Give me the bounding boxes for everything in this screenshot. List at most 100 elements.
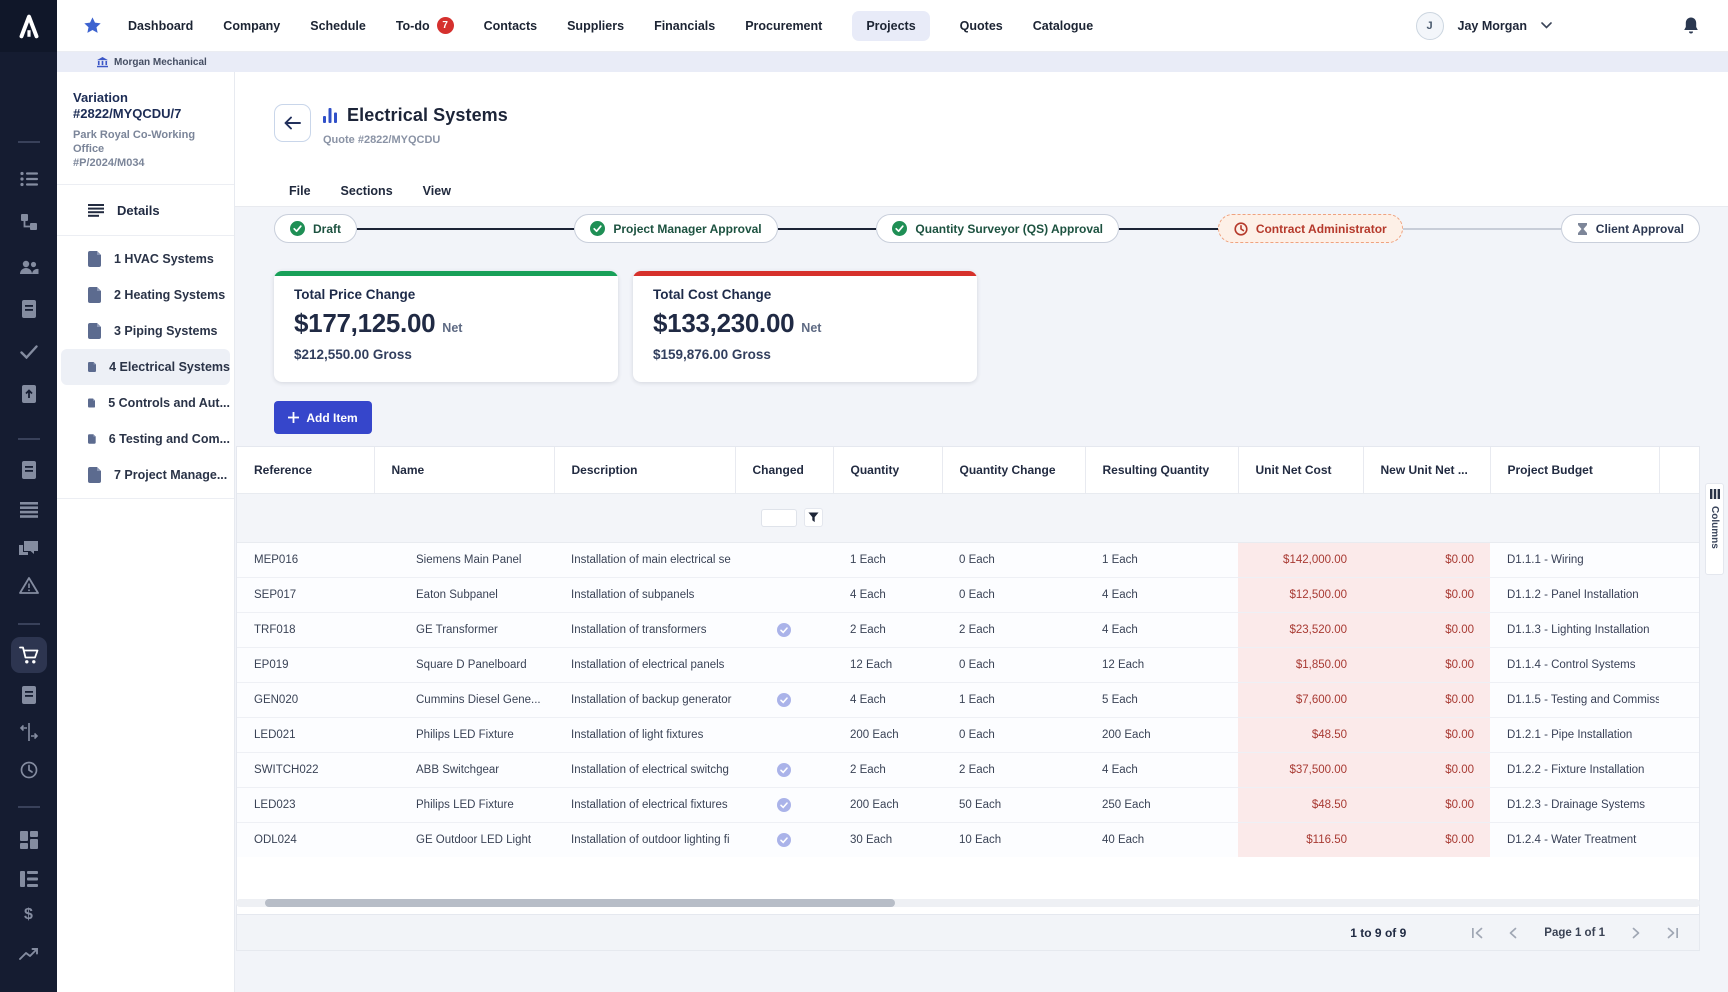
nav-catalogue[interactable]: Catalogue xyxy=(1033,19,1093,33)
col-changed[interactable]: Changed xyxy=(735,447,833,493)
sidebar-section-5[interactable]: 5 Controls and Aut... xyxy=(61,385,230,421)
file-upload-icon[interactable] xyxy=(18,383,40,405)
table-row[interactable]: MEP016 Siemens Main Panel Installation o… xyxy=(237,542,1700,577)
card-title: Total Price Change xyxy=(294,287,598,302)
col-resulting-quantity[interactable]: Resulting Quantity xyxy=(1085,447,1238,493)
dollar-icon[interactable]: $ xyxy=(18,904,40,926)
add-item-button[interactable]: Add Item xyxy=(274,401,372,434)
previous-page-button[interactable] xyxy=(1502,922,1524,944)
col-reference[interactable]: Reference xyxy=(237,447,374,493)
first-page-button[interactable] xyxy=(1466,922,1488,944)
last-page-button[interactable] xyxy=(1661,922,1683,944)
project-name: Park Royal Co-Working Office xyxy=(73,128,218,156)
step-pm-approval[interactable]: Project Manager Approval xyxy=(574,214,777,243)
nav-quotes[interactable]: Quotes xyxy=(960,19,1003,33)
col-new-unit-net[interactable]: New Unit Net ... xyxy=(1363,447,1490,493)
sidebar-section-1[interactable]: 1 HVAC Systems xyxy=(61,241,230,277)
gross-amount: $159,876.00 Gross xyxy=(653,347,957,362)
step-qs-approval[interactable]: Quantity Surveyor (QS) Approval xyxy=(876,214,1119,243)
dashboard-grid-icon[interactable] xyxy=(18,829,40,851)
sidebar-section-6[interactable]: 6 Testing and Com... xyxy=(61,421,230,457)
filter-funnel-button[interactable] xyxy=(804,508,823,527)
sidebar-section-4-active[interactable]: 4 Electrical Systems xyxy=(61,349,230,385)
hierarchy-icon[interactable] xyxy=(18,211,40,233)
nav-company[interactable]: Company xyxy=(223,19,280,33)
user-avatar[interactable]: J xyxy=(1416,12,1444,40)
col-project-budget[interactable]: Project Budget xyxy=(1490,447,1659,493)
nav-schedule[interactable]: Schedule xyxy=(310,19,366,33)
row-range-text: 1 to 9 of 9 xyxy=(1350,926,1406,940)
warning-icon[interactable] xyxy=(18,574,40,596)
notifications-bell-icon[interactable] xyxy=(1682,16,1700,36)
gross-amount: $212,550.00 Gross xyxy=(294,347,598,362)
list-icon[interactable] xyxy=(18,168,40,190)
chat-icon[interactable] xyxy=(18,538,40,560)
table-row[interactable]: LED023 Philips LED Fixture Installation … xyxy=(237,787,1700,822)
split-compare-icon[interactable] xyxy=(18,721,40,743)
step-draft[interactable]: Draft xyxy=(274,214,357,243)
nav-dashboard[interactable]: Dashboard xyxy=(128,19,193,33)
workflow-stepper: Draft Project Manager Approval Quantity … xyxy=(274,214,1700,243)
horizontal-scrollbar[interactable] xyxy=(236,899,1700,907)
details-lines-icon xyxy=(88,204,104,217)
document-icon[interactable] xyxy=(18,459,40,481)
chevron-down-icon[interactable] xyxy=(1541,22,1552,29)
scrollbar-thumb[interactable] xyxy=(265,899,895,907)
document-icon[interactable] xyxy=(18,684,40,706)
check-icon[interactable] xyxy=(18,341,40,363)
favorite-star-icon[interactable] xyxy=(83,16,102,35)
document-icon[interactable] xyxy=(18,298,40,320)
changed-filter-input[interactable] xyxy=(761,509,797,527)
nav-todo[interactable]: To-do7 xyxy=(396,17,454,34)
table-row[interactable]: GEN020 Cummins Diesel Gene... Installati… xyxy=(237,682,1700,717)
table-row[interactable]: TRF018 GE Transformer Installation of tr… xyxy=(237,612,1700,647)
step-contract-administrator[interactable]: Contract Administrator xyxy=(1218,214,1403,243)
rows-icon[interactable] xyxy=(18,499,40,521)
table-row[interactable]: SWITCH022 ABB Switchgear Installation of… xyxy=(237,752,1700,787)
table-row[interactable]: ODL024 GE Outdoor LED Light Installation… xyxy=(237,822,1700,857)
menu-sections[interactable]: Sections xyxy=(341,184,393,198)
back-button[interactable] xyxy=(274,104,311,142)
rail-divider xyxy=(18,438,40,440)
nav-financials[interactable]: Financials xyxy=(654,19,715,33)
menu-bar: File Sections View xyxy=(289,184,451,198)
sidebar-divider xyxy=(57,498,234,499)
sidebar-item-details[interactable]: Details xyxy=(57,185,234,235)
rail-divider xyxy=(18,806,40,808)
net-amount: $133,230.00 xyxy=(653,308,794,339)
table-row[interactable]: EP019 Square D Panelboard Installation o… xyxy=(237,647,1700,682)
col-quantity[interactable]: Quantity xyxy=(833,447,942,493)
menu-file[interactable]: File xyxy=(289,184,311,198)
changed-check-icon xyxy=(777,798,791,812)
menu-view[interactable]: View xyxy=(423,184,451,198)
cart-icon-active[interactable] xyxy=(11,637,47,673)
total-cost-change-card: Total Cost Change $133,230.00 Net $159,8… xyxy=(633,271,977,382)
clock-icon[interactable] xyxy=(18,759,40,781)
table-row[interactable]: SEP017 Eaton Subpanel Installation of su… xyxy=(237,577,1700,612)
people-icon[interactable] xyxy=(18,256,40,278)
breadcrumb-company[interactable]: Morgan Mechanical xyxy=(114,57,207,68)
col-quantity-change[interactable]: Quantity Change xyxy=(942,447,1085,493)
top-right-controls: J Jay Morgan xyxy=(1416,12,1728,40)
nav-projects[interactable]: Projects xyxy=(852,11,929,41)
nav-suppliers[interactable]: Suppliers xyxy=(567,19,624,33)
rail-divider xyxy=(18,623,40,625)
col-spacer xyxy=(1659,447,1700,493)
app-logo[interactable] xyxy=(0,0,57,52)
changed-check-icon xyxy=(777,623,791,637)
columns-panel-toggle[interactable]: Columns xyxy=(1705,483,1724,575)
sidebar-section-3[interactable]: 3 Piping Systems xyxy=(61,313,230,349)
user-menu[interactable]: Jay Morgan xyxy=(1458,19,1527,33)
sidebar-section-2[interactable]: 2 Heating Systems xyxy=(61,277,230,313)
sidebar-section-7[interactable]: 7 Project Manage... xyxy=(61,457,230,493)
nav-procurement[interactable]: Procurement xyxy=(745,19,822,33)
col-unit-net-cost[interactable]: Unit Net Cost xyxy=(1238,447,1363,493)
trend-icon[interactable] xyxy=(18,943,40,965)
col-description[interactable]: Description xyxy=(554,447,735,493)
table-icon[interactable] xyxy=(18,868,40,890)
nav-contacts[interactable]: Contacts xyxy=(484,19,537,33)
next-page-button[interactable] xyxy=(1625,922,1647,944)
col-name[interactable]: Name xyxy=(374,447,554,493)
step-client-approval[interactable]: Client Approval xyxy=(1561,214,1700,243)
table-row[interactable]: LED021 Philips LED Fixture Installation … xyxy=(237,717,1700,752)
